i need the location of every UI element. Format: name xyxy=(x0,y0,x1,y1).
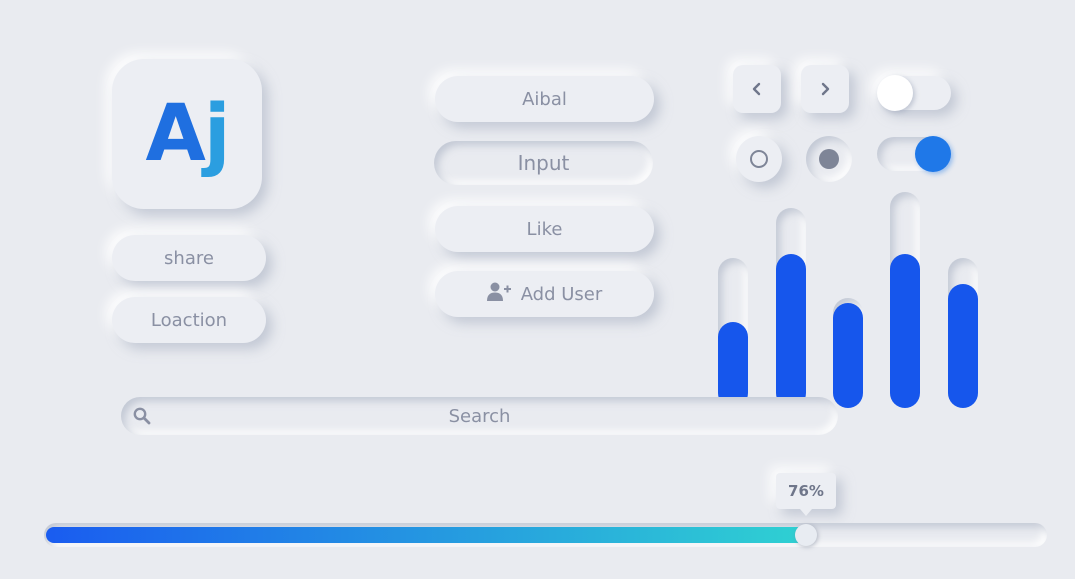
app-logo: Aj xyxy=(112,59,262,209)
bar-track xyxy=(718,258,748,408)
toggle-knob xyxy=(877,75,913,111)
radio-dot xyxy=(819,149,839,169)
progress-slider[interactable] xyxy=(44,523,1047,547)
search-bar[interactable] xyxy=(121,397,838,435)
app-logo-tile: Aj xyxy=(112,59,262,209)
bar-track xyxy=(833,298,863,408)
aibal-button-label: Aibal xyxy=(522,88,567,110)
like-button-label: Like xyxy=(526,218,563,240)
aibal-button[interactable]: Aibal xyxy=(435,76,654,122)
add-user-button-label: Add User xyxy=(520,283,603,305)
input-field-wrapper[interactable] xyxy=(434,141,653,185)
radio-unselected[interactable] xyxy=(736,136,782,182)
input-field[interactable] xyxy=(451,150,636,176)
toggle-off[interactable] xyxy=(877,75,951,111)
chevron-right-icon xyxy=(821,82,830,96)
bar xyxy=(890,254,920,408)
radio-ring xyxy=(750,150,768,168)
chevron-left-icon xyxy=(752,82,761,96)
toggle-on[interactable] xyxy=(877,136,951,172)
location-button[interactable]: Loaction xyxy=(112,297,266,343)
toggle-knob-on xyxy=(915,136,951,172)
bar-track xyxy=(776,208,806,408)
radio-selected[interactable] xyxy=(806,136,852,182)
level-bar-chart xyxy=(700,180,1000,420)
bar xyxy=(948,284,978,408)
progress-tooltip: 76% xyxy=(776,473,836,516)
bar xyxy=(718,322,748,408)
bar-track xyxy=(948,258,978,408)
bar-track xyxy=(890,192,920,408)
logo-letter-a: A xyxy=(145,89,205,179)
logo-letter-j: j xyxy=(203,89,231,179)
progress-thumb[interactable] xyxy=(795,524,817,546)
bar xyxy=(776,254,806,408)
bar xyxy=(833,303,863,408)
search-input[interactable] xyxy=(121,397,838,435)
share-button-label: share xyxy=(164,247,214,269)
progress-label: 76% xyxy=(788,482,824,500)
location-button-label: Loaction xyxy=(150,309,228,331)
share-button[interactable]: share xyxy=(112,235,266,281)
progress-fill xyxy=(46,527,806,543)
previous-button[interactable] xyxy=(733,65,781,113)
like-button[interactable]: Like xyxy=(435,206,654,252)
next-button[interactable] xyxy=(801,65,849,113)
add-user-button[interactable]: Add User xyxy=(435,271,654,317)
add-user-icon xyxy=(486,282,511,307)
